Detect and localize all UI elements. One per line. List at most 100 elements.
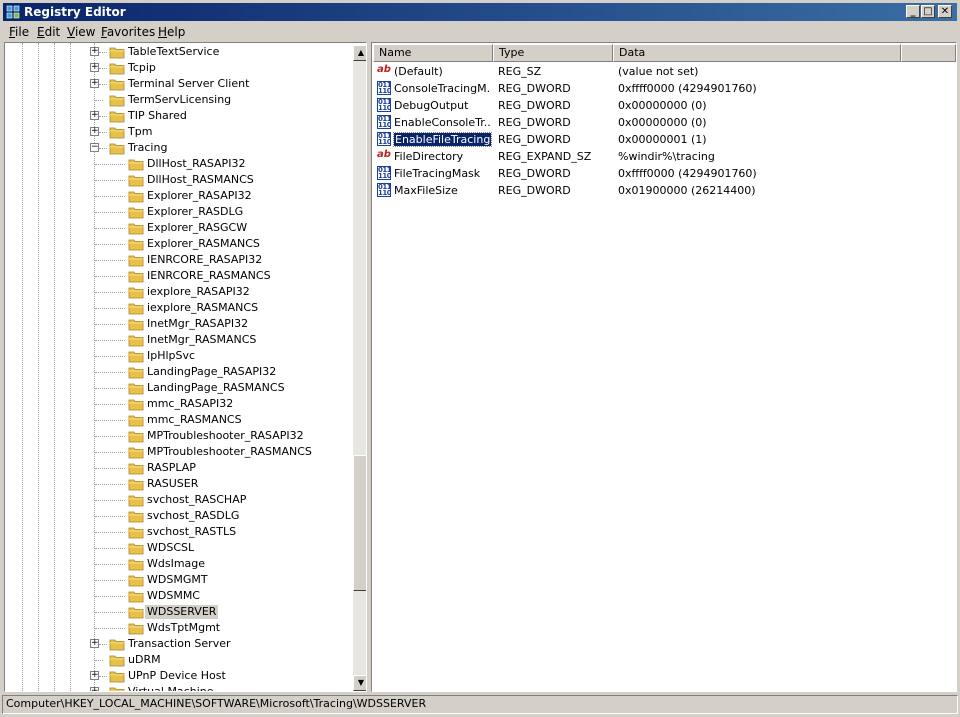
tree-connector: [95, 388, 125, 389]
tree-item-label: svchost_RASTLS: [147, 525, 237, 538]
collapse-icon[interactable]: −: [90, 143, 99, 152]
tree-item[interactable]: + UPnP Device Host: [5, 668, 348, 684]
tree-item[interactable]: svchost_RASTLS: [5, 524, 348, 540]
tree-item[interactable]: + Tcpip: [5, 60, 348, 76]
tree-item-selected[interactable]: WDSSERVER: [5, 604, 348, 620]
close-button[interactable]: ✕: [938, 5, 952, 18]
menu-edit[interactable]: Edit: [37, 25, 60, 39]
tree-item[interactable]: + TableTextService: [5, 44, 348, 60]
title-bar[interactable]: Registry Editor _ □ ✕: [3, 3, 957, 21]
tree-item[interactable]: svchost_RASCHAP: [5, 492, 348, 508]
tree-item[interactable]: + Transaction Server: [5, 636, 348, 652]
minimize-button[interactable]: _: [906, 5, 920, 18]
column-header-type[interactable]: Type: [493, 44, 613, 62]
column-header-name[interactable]: Name: [373, 44, 493, 62]
tree-item[interactable]: Explorer_RASMANCS: [5, 236, 348, 252]
value-data: 0x00000000 (0): [618, 116, 707, 129]
tree-item[interactable]: IENRCORE_RASAPI32: [5, 252, 348, 268]
tree-item[interactable]: IENRCORE_RASMANCS: [5, 268, 348, 284]
value-row-selected[interactable]: 011 110 EnableFileTracing REG_DWORD 0x000000…: [372, 131, 956, 148]
tree-item[interactable]: Explorer_RASAPI32: [5, 188, 348, 204]
tree-item[interactable]: + Terminal Server Client: [5, 76, 348, 92]
tree-item-label: WdsImage: [147, 557, 206, 570]
scroll-thumb[interactable]: [353, 455, 366, 591]
tree-connector: [95, 324, 125, 325]
tree-item-label: Explorer_RASDLG: [147, 205, 244, 218]
tree-item[interactable]: WdsTptMgmt: [5, 620, 348, 636]
value-row[interactable]: ab FileDirectory REG_EXPAND_SZ %windir%\tra…: [372, 148, 956, 165]
tree-item[interactable]: + TIP Shared: [5, 108, 348, 124]
tree-item[interactable]: iexplore_RASAPI32: [5, 284, 348, 300]
string-value-icon: ab: [377, 64, 391, 75]
tree-item[interactable]: RASUSER: [5, 476, 348, 492]
menu-favorites[interactable]: Favorites: [101, 25, 155, 39]
expand-icon[interactable]: +: [90, 47, 99, 56]
tree-item[interactable]: DllHost_RASAPI32: [5, 156, 348, 172]
tree-item[interactable]: InetMgr_RASMANCS: [5, 332, 348, 348]
expand-icon[interactable]: +: [90, 127, 99, 136]
expand-icon[interactable]: +: [90, 639, 99, 648]
tree-item[interactable]: + Tpm: [5, 124, 348, 140]
tree-item-label: WDSSERVER: [145, 605, 219, 619]
string-value-icon: ab: [377, 149, 391, 160]
key-tree-pane[interactable]: + TableTextService + Tcpip + Terminal Server …: [4, 42, 367, 692]
menu-view[interactable]: View: [67, 25, 95, 39]
value-row[interactable]: 011 110 DebugOutput REG_DWORD 0x00000000 (0): [372, 97, 956, 114]
tree-connector: [95, 548, 125, 549]
tree-item[interactable]: DllHost_RASMANCS: [5, 172, 348, 188]
scroll-up-button[interactable]: ▲: [353, 45, 366, 61]
expand-icon[interactable]: +: [90, 671, 99, 680]
value-row[interactable]: 011 110 EnableConsoleTr... REG_DWORD 0x00000…: [372, 114, 956, 131]
values-list-pane[interactable]: Name Type Data ab (Default) REG_SZ (value n…: [371, 42, 957, 692]
tree-connector: [95, 228, 125, 229]
tree-item[interactable]: LandingPage_RASMANCS: [5, 380, 348, 396]
column-header-data[interactable]: Data: [613, 44, 901, 62]
folder-icon: [128, 431, 144, 443]
value-row[interactable]: 011 110 ConsoleTracingM... REG_DWORD 0xffff0…: [372, 80, 956, 97]
tree-item[interactable]: iexplore_RASMANCS: [5, 300, 348, 316]
tree-item[interactable]: WdsImage: [5, 556, 348, 572]
folder-icon: [128, 543, 144, 555]
tree-item-label: TIP Shared: [128, 109, 187, 122]
value-name: EnableConsoleTr...: [394, 116, 490, 129]
folder-icon: [128, 207, 144, 219]
tree-connector: [95, 660, 103, 661]
tree-item[interactable]: uDRM: [5, 652, 348, 668]
tree-item[interactable]: − Tracing: [5, 140, 348, 156]
tree-connector: [95, 484, 125, 485]
expand-icon[interactable]: +: [90, 79, 99, 88]
value-type: REG_DWORD: [498, 82, 571, 95]
tree-item[interactable]: TermServLicensing: [5, 92, 348, 108]
tree-item[interactable]: MPTroubleshooter_RASAPI32: [5, 428, 348, 444]
value-data: 0x00000001 (1): [618, 133, 707, 146]
value-row[interactable]: ab (Default) REG_SZ (value not set): [372, 63, 956, 80]
folder-icon: [109, 655, 125, 667]
value-row[interactable]: 011 110 FileTracingMask REG_DWORD 0xffff0000…: [372, 165, 956, 182]
tree-item[interactable]: IpHlpSvc: [5, 348, 348, 364]
tree-item[interactable]: mmc_RASAPI32: [5, 396, 348, 412]
maximize-icon: □: [923, 6, 933, 17]
scroll-down-button[interactable]: ▼: [353, 675, 366, 691]
maximize-button[interactable]: □: [921, 5, 935, 18]
tree-connector: [95, 500, 125, 501]
tree-item[interactable]: mmc_RASMANCS: [5, 412, 348, 428]
tree-item[interactable]: LandingPage_RASAPI32: [5, 364, 348, 380]
binary-value-icon: 011 110: [377, 115, 391, 129]
tree-item[interactable]: Explorer_RASGCW: [5, 220, 348, 236]
tree-item[interactable]: InetMgr_RASAPI32: [5, 316, 348, 332]
menu-file[interactable]: File: [9, 25, 29, 39]
tree-item[interactable]: MPTroubleshooter_RASMANCS: [5, 444, 348, 460]
expand-icon[interactable]: +: [90, 687, 99, 691]
tree-item[interactable]: svchost_RASDLG: [5, 508, 348, 524]
expand-icon[interactable]: +: [90, 111, 99, 120]
tree-item[interactable]: + Virtual Machine: [5, 684, 348, 691]
tree-item[interactable]: WDSMMC: [5, 588, 348, 604]
expand-icon[interactable]: +: [90, 63, 99, 72]
menu-help[interactable]: Help: [158, 25, 185, 39]
tree-item[interactable]: RASPLAP: [5, 460, 348, 476]
value-row[interactable]: 011 110 MaxFileSize REG_DWORD 0x01900000 (26…: [372, 182, 956, 199]
tree-vertical-scrollbar[interactable]: ▲ ▼: [353, 45, 366, 691]
tree-item[interactable]: Explorer_RASDLG: [5, 204, 348, 220]
tree-item[interactable]: WDSMGMT: [5, 572, 348, 588]
tree-item[interactable]: WDSCSL: [5, 540, 348, 556]
